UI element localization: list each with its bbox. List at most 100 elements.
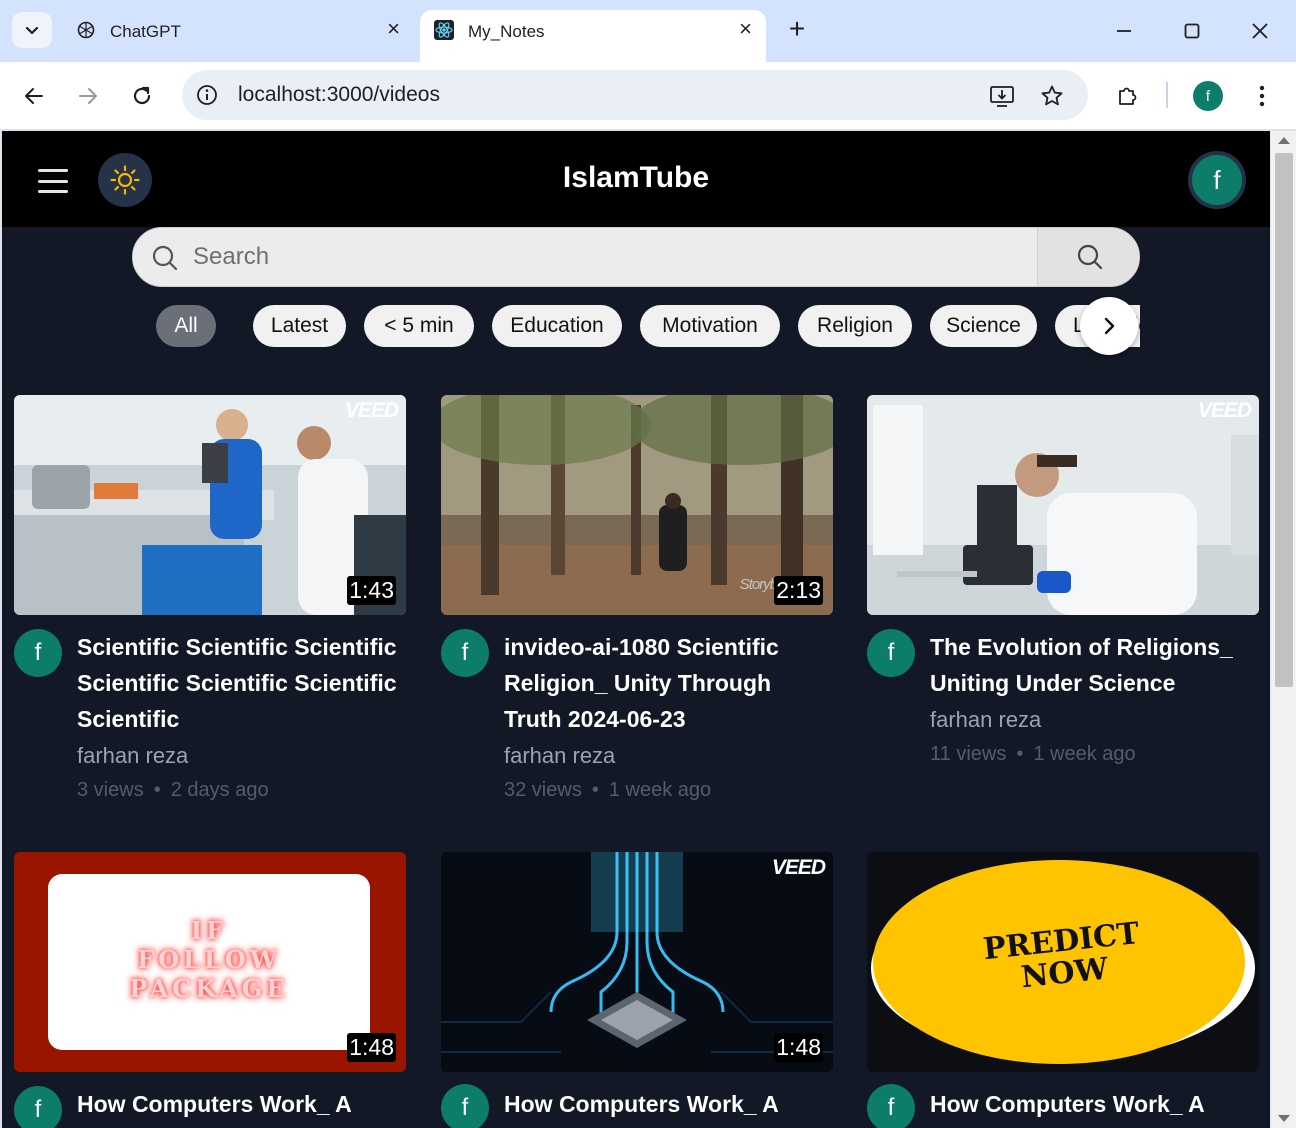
user-avatar[interactable]: f bbox=[1188, 151, 1246, 209]
back-button[interactable] bbox=[16, 78, 52, 114]
puzzle-icon bbox=[1119, 87, 1137, 105]
video-title[interactable]: The Evolution of Religions_ Uniting Unde… bbox=[930, 629, 1256, 701]
brand-title[interactable]: IslamTube bbox=[2, 161, 1270, 195]
search-bar bbox=[132, 227, 1140, 287]
close-icon[interactable]: × bbox=[387, 16, 400, 42]
tab-chatgpt[interactable]: ChatGPT × bbox=[62, 10, 414, 62]
channel-avatar[interactable]: f bbox=[867, 1084, 915, 1128]
close-icon[interactable]: × bbox=[739, 16, 752, 42]
view-count: 11 views bbox=[930, 743, 1007, 765]
minimize-icon bbox=[1117, 30, 1131, 32]
minimize-button[interactable] bbox=[1104, 14, 1144, 48]
scroll-up-icon[interactable] bbox=[1278, 137, 1290, 144]
chevron-down-icon bbox=[25, 26, 39, 35]
channel-avatar[interactable]: f bbox=[441, 1084, 489, 1128]
video-meta: 11 views • 1 week ago bbox=[930, 743, 1136, 765]
channel-name[interactable]: farhan reza bbox=[504, 743, 615, 769]
tab-search-button[interactable] bbox=[12, 12, 52, 48]
video-card[interactable]: IF FOLLOW PACKAGE 1:48 f How Computers W… bbox=[14, 852, 406, 1128]
view-count: 32 views bbox=[504, 779, 582, 801]
chip-education[interactable]: Education bbox=[492, 305, 622, 347]
video-card[interactable]: Storyb 2:13 f invideo-ai-1080 Scientific… bbox=[441, 395, 833, 815]
video-duration: 2:13 bbox=[774, 576, 823, 605]
watermark: VEED bbox=[344, 399, 399, 422]
microscope-scientist-image bbox=[867, 395, 1259, 615]
channel-name[interactable]: farhan reza bbox=[77, 743, 188, 769]
channel-avatar[interactable]: f bbox=[867, 629, 915, 677]
watermark: Storyb bbox=[739, 576, 778, 593]
thumbnail-text: IF FOLLOW PACKAGE bbox=[129, 916, 289, 1003]
install-app-button[interactable] bbox=[988, 82, 1016, 110]
channel-avatar[interactable]: f bbox=[14, 629, 62, 677]
info-icon[interactable] bbox=[196, 84, 218, 106]
page-viewport: IslamTube f All Latest < 5 min Education… bbox=[2, 131, 1270, 1128]
scrollbar-thumb[interactable] bbox=[1275, 153, 1293, 687]
chip-motivation[interactable]: Motivation bbox=[640, 305, 780, 347]
video-meta: 32 views • 1 week ago bbox=[504, 779, 712, 801]
video-title[interactable]: Scientific Scientific Scientific Scienti… bbox=[77, 629, 403, 737]
watermark: VEED bbox=[1197, 399, 1252, 422]
url-text: localhost:3000/videos bbox=[238, 83, 440, 106]
video-meta: 3 views • 2 days ago bbox=[77, 779, 269, 801]
search-input[interactable] bbox=[193, 228, 1033, 286]
profile-button[interactable]: f bbox=[1190, 78, 1226, 114]
video-thumbnail[interactable]: PREDICT NOW bbox=[867, 852, 1259, 1072]
chips-next-button[interactable] bbox=[1080, 297, 1138, 355]
page-scrollbar[interactable] bbox=[1270, 131, 1296, 1128]
view-count: 3 views bbox=[77, 779, 144, 801]
react-icon bbox=[434, 20, 454, 40]
browser-toolbar: localhost:3000/videos f bbox=[0, 62, 1296, 130]
channel-name[interactable]: farhan reza bbox=[930, 707, 1041, 733]
forward-button[interactable] bbox=[70, 78, 106, 114]
install-icon bbox=[990, 86, 1014, 107]
video-card[interactable]: PREDICT NOW f How Computers Work_ A bbox=[867, 852, 1259, 1128]
star-icon bbox=[1041, 85, 1063, 106]
video-thumbnail[interactable]: IF FOLLOW PACKAGE 1:48 bbox=[14, 852, 406, 1072]
chips-scroller: All Latest < 5 min Education Motivation … bbox=[2, 305, 1140, 349]
search-button[interactable] bbox=[1037, 228, 1139, 286]
browser-menu-button[interactable] bbox=[1244, 78, 1280, 114]
video-card[interactable]: VEED 1:43 f Scientific Scientific Scient… bbox=[14, 395, 406, 815]
category-chips: All Latest < 5 min Education Motivation … bbox=[2, 297, 1270, 355]
video-duration: 1:48 bbox=[347, 1033, 396, 1062]
arrow-right-icon bbox=[79, 88, 97, 104]
chatgpt-icon bbox=[77, 21, 95, 39]
video-thumbnail[interactable]: VEED 1:48 bbox=[441, 852, 833, 1072]
extensions-button[interactable] bbox=[1110, 78, 1146, 114]
arrow-left-icon bbox=[25, 88, 43, 104]
tab-my-notes[interactable]: My_Notes × bbox=[420, 10, 766, 62]
chip-latest[interactable]: Latest bbox=[253, 305, 346, 347]
video-card[interactable]: VEED 1:48 f How Computers Work_ A bbox=[441, 852, 833, 1128]
channel-avatar[interactable]: f bbox=[441, 629, 489, 677]
address-bar[interactable]: localhost:3000/videos bbox=[182, 70, 1088, 120]
tab-title: ChatGPT bbox=[110, 22, 181, 41]
video-title[interactable]: How Computers Work_ A bbox=[504, 1086, 830, 1122]
watermark: VEED bbox=[771, 856, 826, 879]
video-thumbnail[interactable]: VEED 1:43 bbox=[14, 395, 406, 615]
maximize-button[interactable] bbox=[1172, 14, 1212, 48]
window-close-button[interactable] bbox=[1240, 14, 1280, 48]
video-card[interactable]: VEED f The Evolution of Religions_ Uniti… bbox=[867, 395, 1259, 815]
video-title[interactable]: How Computers Work_ A bbox=[77, 1086, 403, 1122]
more-vertical-icon bbox=[1259, 85, 1265, 107]
video-title[interactable]: How Computers Work_ A bbox=[930, 1086, 1256, 1122]
channel-avatar[interactable]: f bbox=[14, 1086, 62, 1128]
browser-tabstrip: ChatGPT × My_Notes × + bbox=[0, 0, 1296, 62]
new-tab-button[interactable]: + bbox=[780, 12, 814, 46]
video-thumbnail[interactable]: VEED bbox=[867, 395, 1259, 615]
video-thumbnail[interactable]: Storyb 2:13 bbox=[441, 395, 833, 615]
search-icon bbox=[152, 245, 178, 271]
upload-age: 2 days ago bbox=[170, 779, 269, 801]
video-title[interactable]: invideo-ai-1080 Scientific Religion_ Uni… bbox=[504, 629, 830, 737]
upload-age: 1 week ago bbox=[608, 779, 712, 801]
chip-religion[interactable]: Religion bbox=[798, 305, 912, 347]
chip-science[interactable]: Science bbox=[930, 305, 1037, 347]
chevron-right-icon bbox=[1104, 317, 1115, 335]
chip-under-5-min[interactable]: < 5 min bbox=[364, 305, 474, 347]
chip-all[interactable]: All bbox=[156, 305, 216, 347]
close-icon bbox=[1252, 23, 1268, 39]
scroll-down-icon[interactable] bbox=[1278, 1115, 1290, 1122]
reload-button[interactable] bbox=[124, 78, 160, 114]
profile-avatar: f bbox=[1193, 81, 1223, 111]
bookmark-button[interactable] bbox=[1038, 82, 1066, 110]
